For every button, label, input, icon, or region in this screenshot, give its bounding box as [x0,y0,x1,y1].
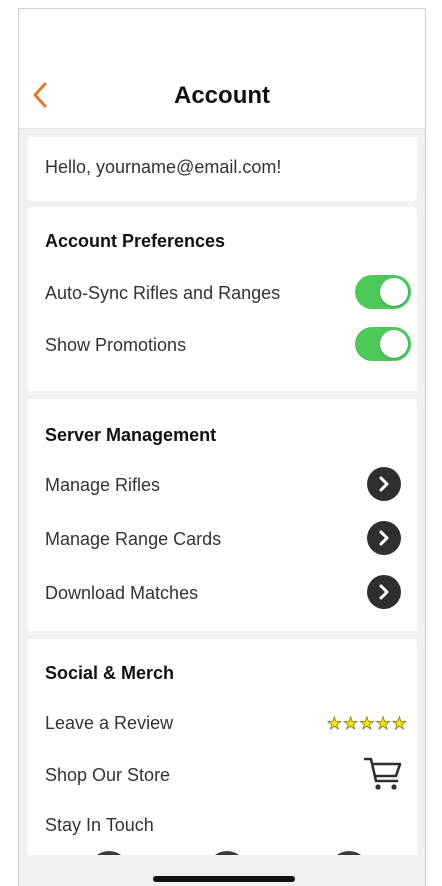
section-title: Account Preferences [45,231,226,251]
page-title: Account [174,82,270,109]
section-title: Server Management [45,425,217,445]
auto-sync-label: Auto-Sync Rifles and Ranges [45,283,281,303]
star-icon: ★ [326,714,342,733]
home-indicator [153,876,295,882]
shopping-cart-icon [363,757,402,790]
manage-range-cards-label: Manage Range Cards [45,529,222,549]
section-title: Social & Merch [45,663,175,683]
account-preferences-section: Account Preferences Auto-Sync Rifles and… [27,207,417,391]
shop-store-button[interactable] [363,753,403,798]
star-icon: ★ [359,714,375,733]
download-matches-label: Download Matches [45,583,199,603]
manage-range-cards-button[interactable] [367,521,401,555]
star-icon: ★ [343,714,359,733]
show-promotions-label: Show Promotions [45,335,187,355]
greeting-card: Hello, yourname@email.com! [27,137,417,201]
phone-screen: Account Hello, yourname@email.com! Accou… [18,8,426,886]
greeting-text: Hello, yourname@email.com! [45,157,282,177]
auto-sync-toggle[interactable] [355,275,411,309]
chevron-right-icon [379,530,389,546]
social-merch-section: Social & Merch Leave a Review ★ ★ ★ ★ ★ … [27,639,417,859]
five-stars-icon[interactable]: ★ ★ ★ ★ ★ [326,714,407,733]
shop-store-label: Shop Our Store [45,765,171,785]
toggle-knob [380,278,408,306]
star-icon: ★ [391,714,407,733]
server-management-section: Server Management Manage Rifles Manage R… [27,399,417,631]
leave-review-label: Leave a Review [45,713,174,733]
toggle-knob [380,330,408,358]
download-matches-button[interactable] [367,575,401,609]
stay-in-touch-label: Stay In Touch [45,815,154,835]
show-promotions-toggle[interactable] [355,327,411,361]
chevron-right-icon [379,476,389,492]
chevron-right-icon [379,584,389,600]
navigation-bar: Account [19,9,425,129]
manage-rifles-label: Manage Rifles [45,475,161,495]
manage-rifles-button[interactable] [367,467,401,501]
star-icon: ★ [375,714,391,733]
